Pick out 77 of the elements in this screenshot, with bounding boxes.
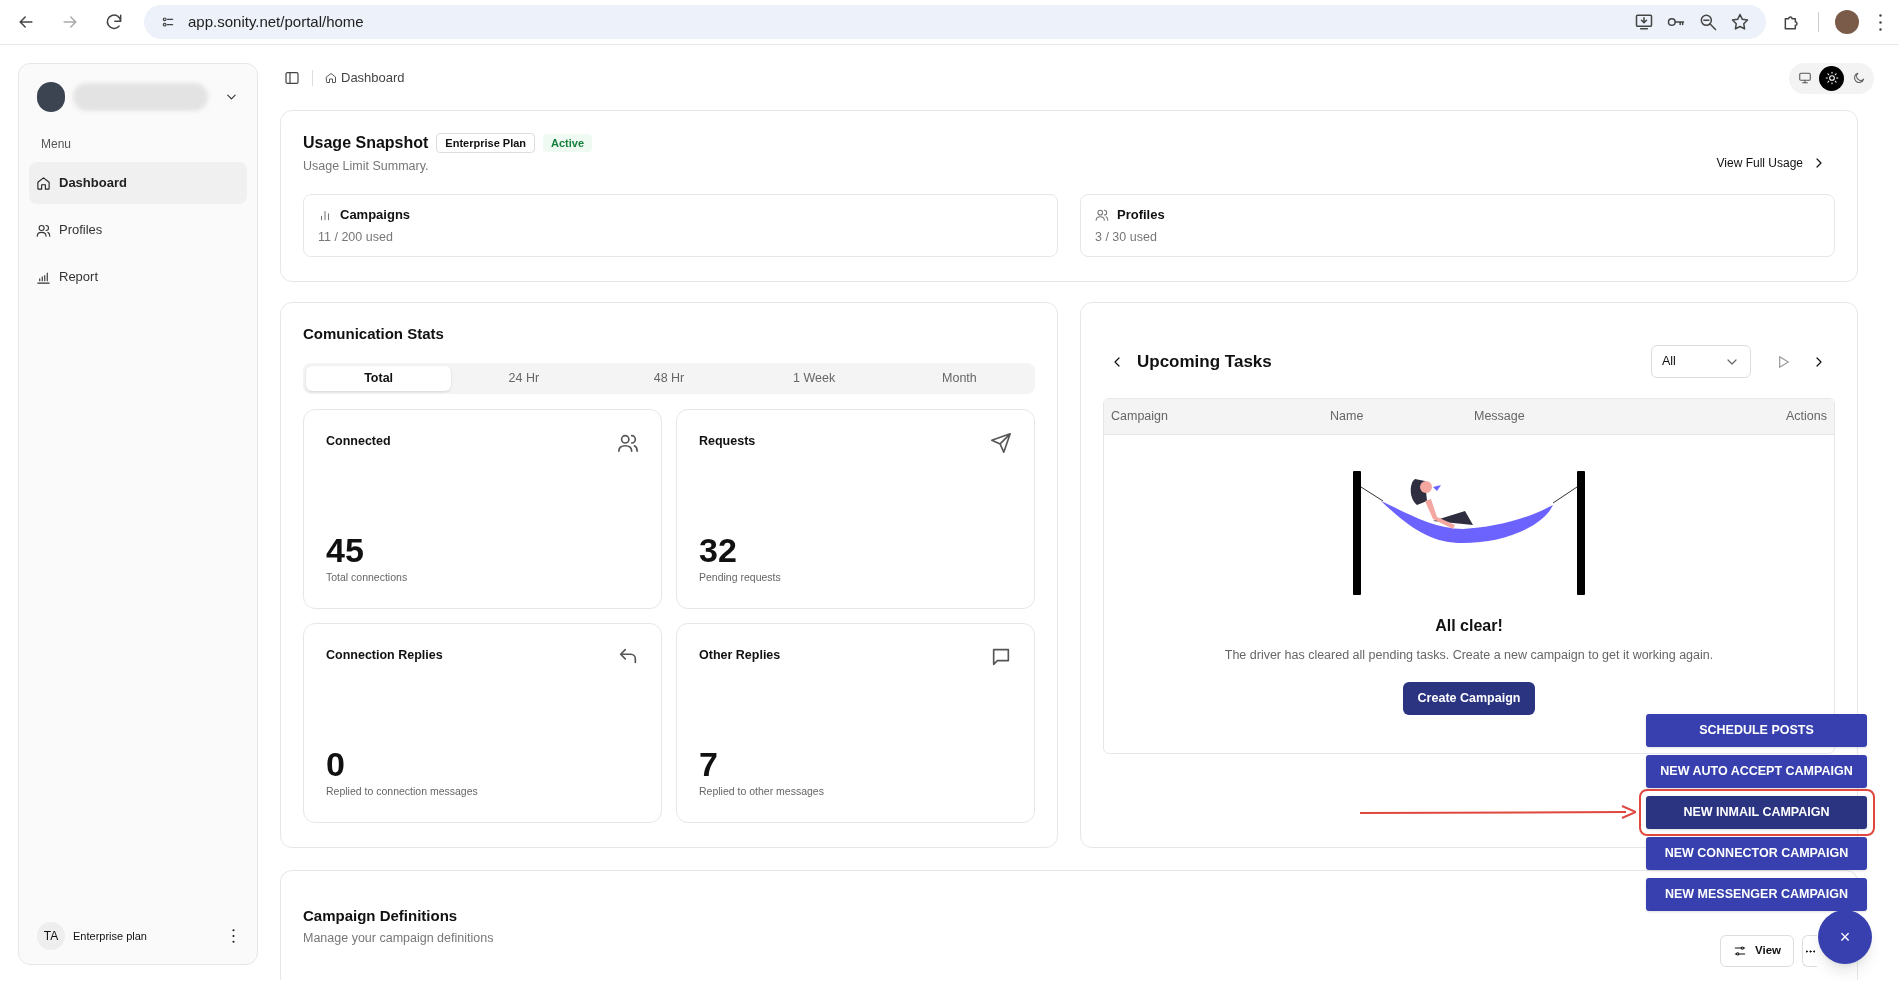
stat-value: 32 xyxy=(699,532,738,567)
stat-caption: Total connections xyxy=(326,569,409,585)
stat-caption: Pending requests xyxy=(699,569,782,585)
create-campaign-button[interactable]: Create Campaign xyxy=(1402,681,1536,715)
plan-badge: Enterprise Plan xyxy=(436,132,536,154)
empty-title: All clear! xyxy=(1435,616,1503,636)
empty-message: The driver has cleared all pending tasks. Create a new campaign to get it working again. xyxy=(1224,647,1714,664)
filter-dropdown[interactable]: All xyxy=(1651,345,1751,378)
stat-caption: Replied to other messages xyxy=(699,783,825,799)
tile-value: 11 / 200 used xyxy=(318,229,394,247)
url-text: app.sonity.net/portal/home xyxy=(188,11,364,32)
period-tab[interactable]: 1 Week xyxy=(741,365,887,391)
card-title: Comunication Stats xyxy=(303,324,445,344)
monitor-icon xyxy=(1797,71,1812,85)
home-icon xyxy=(36,175,51,191)
period-tab[interactable]: Total xyxy=(306,365,452,391)
theme-button[interactable] xyxy=(1819,65,1844,91)
column-header: Message xyxy=(1474,408,1526,426)
stat-value: 7 xyxy=(699,746,719,781)
paper-plane-icon xyxy=(990,431,1012,454)
close-fab-button[interactable]: × xyxy=(1818,910,1872,964)
sidebar-item[interactable]: Dashboard xyxy=(29,162,247,204)
fab-action-button[interactable]: NEW INMAIL CAMPAIGN xyxy=(1646,796,1867,829)
users-icon xyxy=(1095,207,1109,222)
site-info-icon xyxy=(160,14,176,30)
card-title: Campaign Definitions xyxy=(303,906,459,926)
sidebar-item[interactable]: Profiles xyxy=(29,209,247,251)
profile-avatar[interactable] xyxy=(1835,10,1859,34)
card-subtitle: Usage Limit Summary. xyxy=(303,158,430,175)
card-title: Upcoming Tasks xyxy=(1137,350,1272,373)
more-options-button[interactable] xyxy=(1802,935,1817,967)
sidebar-toggle-button[interactable] xyxy=(284,70,300,86)
column-header: Actions xyxy=(1786,408,1827,426)
panel-icon xyxy=(284,70,300,86)
star-icon xyxy=(1730,12,1750,32)
plan-label: Enterprise plan xyxy=(73,928,147,944)
tile-title: Campaigns xyxy=(340,205,411,224)
initials-avatar: TA xyxy=(37,922,65,950)
fab-action-button[interactable]: SCHEDULE POSTS xyxy=(1646,714,1867,747)
address-bar[interactable]: app.sonity.net/portal/home xyxy=(144,5,1766,39)
period-tab[interactable]: 48 Hr xyxy=(596,365,742,391)
card-subtitle: Manage your campaign definitions xyxy=(303,929,494,947)
status-badge: Active xyxy=(543,133,593,153)
more-vertical-icon xyxy=(232,929,235,943)
view-usage-link[interactable]: View Full Usage xyxy=(1716,154,1827,172)
stat-title: Connection Replies xyxy=(326,646,443,664)
card-title: Usage Snapshot xyxy=(303,133,429,153)
reload-icon xyxy=(104,12,124,32)
view-button[interactable]: View xyxy=(1720,935,1794,967)
install-app-icon xyxy=(1634,12,1654,32)
more-horizontal-icon xyxy=(1806,949,1815,953)
home-icon xyxy=(325,72,337,84)
period-tab[interactable]: Month xyxy=(886,365,1032,391)
sliders-icon xyxy=(1733,944,1747,958)
stat-value: 0 xyxy=(326,746,346,781)
zoom-icon xyxy=(1698,12,1718,32)
tile-value: 3 / 30 used xyxy=(1095,229,1158,247)
stat-title: Other Replies xyxy=(699,646,781,664)
stat-title: Requests xyxy=(699,432,756,450)
menu-icon xyxy=(1879,13,1882,31)
user-avatar xyxy=(37,82,65,112)
fab-action-button[interactable]: NEW AUTO ACCEPT CAMPAIGN xyxy=(1646,755,1867,788)
menu-label: Menu xyxy=(41,136,72,153)
sidebar-item[interactable]: Report xyxy=(29,256,247,298)
column-header: Campaign xyxy=(1111,408,1169,426)
stat-caption: Replied to connection messages xyxy=(326,783,479,799)
users-icon xyxy=(36,222,51,238)
sun-icon xyxy=(1824,71,1839,85)
fab-action-button[interactable]: NEW MESSENGER CAMPAIGN xyxy=(1646,878,1867,911)
stat-value: 45 xyxy=(326,532,365,567)
stat-title: Connected xyxy=(326,432,391,450)
column-header: Name xyxy=(1330,408,1365,426)
fab-action-button[interactable]: NEW CONNECTOR CAMPAIGN xyxy=(1646,837,1867,870)
moon-icon xyxy=(1851,71,1866,85)
period-tab[interactable]: 24 Hr xyxy=(451,365,597,391)
tile-title: Profiles xyxy=(1117,205,1165,224)
breadcrumb-link[interactable]: Dashboard xyxy=(325,68,405,88)
